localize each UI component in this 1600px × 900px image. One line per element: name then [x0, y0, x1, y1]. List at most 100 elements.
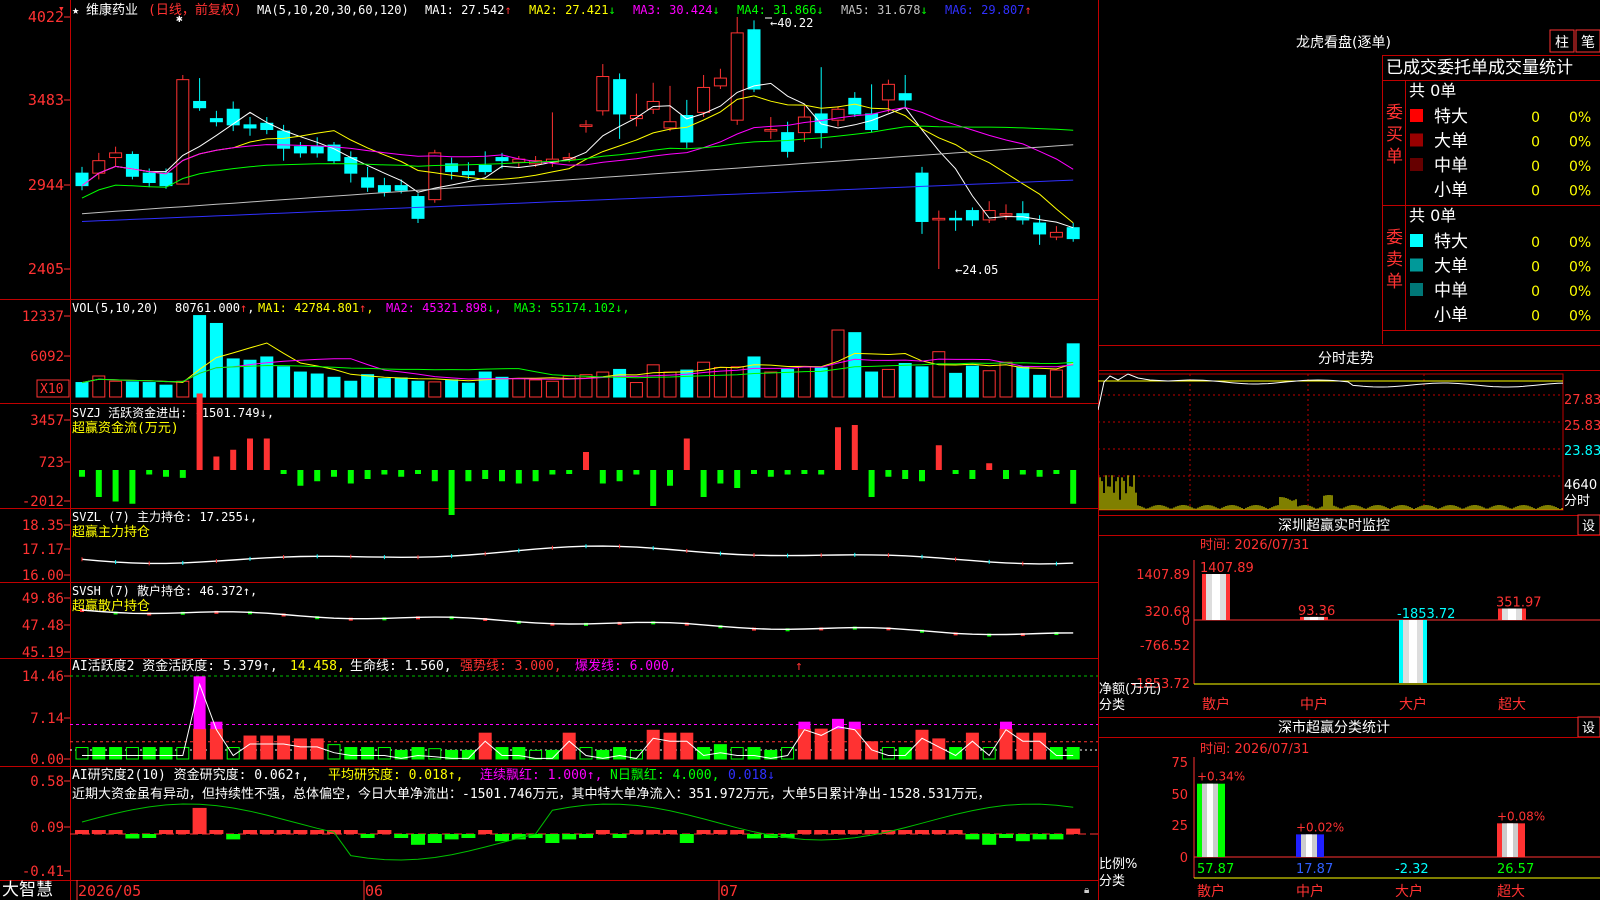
volume-bar[interactable]	[344, 380, 358, 398]
ai-research-bar[interactable]	[226, 834, 241, 840]
volume-bar[interactable]	[663, 371, 677, 398]
ai-research-bar[interactable]	[612, 834, 627, 838]
candle[interactable]	[327, 141, 341, 164]
svzj-bar[interactable]	[95, 470, 102, 497]
ai-active-bar[interactable]	[209, 728, 223, 760]
monitor-bar[interactable]	[1202, 574, 1230, 620]
ai-active-bar[interactable]	[377, 747, 391, 760]
volume-bar[interactable]	[277, 366, 291, 398]
svzj-bar[interactable]	[398, 470, 405, 477]
volume-bar[interactable]	[176, 380, 190, 398]
ai-active-bar[interactable]	[999, 728, 1013, 760]
svzj-bar[interactable]	[734, 470, 741, 488]
ai-active-bar[interactable]	[260, 735, 274, 760]
ai-research-bar[interactable]	[427, 834, 442, 843]
svzj-bar[interactable]	[465, 470, 472, 482]
ai-research-bar[interactable]	[696, 830, 711, 834]
ai-active-bar[interactable]	[142, 747, 156, 760]
svzj-bar[interactable]	[1019, 470, 1026, 475]
ai-active-bar[interactable]	[663, 732, 677, 760]
ai-research-bar[interactable]	[1066, 828, 1081, 834]
volume-bar[interactable]	[865, 371, 879, 398]
ai-active-bar[interactable]	[680, 732, 694, 760]
ai-active-bar[interactable]	[898, 747, 912, 760]
svzj-bar[interactable]	[1070, 470, 1077, 504]
ai-research-bar[interactable]	[377, 830, 392, 834]
svzj-bar[interactable]	[112, 470, 119, 502]
ai-active-bar[interactable]	[159, 747, 173, 760]
ai-research-bar[interactable]	[1032, 834, 1047, 840]
ai-active-bar[interactable]	[1033, 732, 1047, 760]
volume-bar[interactable]	[193, 315, 207, 398]
svzj-bar[interactable]	[1003, 470, 1009, 479]
svzj-bar[interactable]	[784, 470, 791, 475]
ai-research-bar[interactable]	[747, 834, 761, 839]
svzj-bar[interactable]	[314, 470, 321, 482]
class-bar[interactable]	[1197, 783, 1225, 857]
ai-research-bar[interactable]	[175, 830, 190, 834]
volume-bar[interactable]	[781, 368, 795, 398]
ai-active-bar[interactable]	[193, 728, 207, 760]
ai-active-bar[interactable]	[293, 738, 307, 760]
ai-research-bar[interactable]	[579, 834, 593, 838]
ai-research-bar[interactable]	[898, 830, 913, 834]
ai-active-bar[interactable]	[713, 744, 727, 760]
ai-research-bar[interactable]	[629, 830, 644, 834]
ai-research-bar[interactable]	[276, 830, 291, 834]
ai-research-bar[interactable]	[595, 830, 610, 834]
ai-research-bar[interactable]	[125, 834, 140, 839]
volume-bar[interactable]	[613, 368, 627, 398]
sz-class-chart[interactable]: 75 50 25 0 比例% 分类 +0.34% 57.87 散户 +0.02% 17.87 中户 -2…	[1099, 756, 1600, 900]
ai-research-bar[interactable]	[831, 830, 845, 834]
svzj-bar[interactable]	[767, 470, 774, 477]
period-label[interactable]: (日线，前复权)	[148, 2, 242, 18]
volume-bar[interactable]	[394, 377, 408, 398]
ai-research-bar[interactable]	[528, 834, 543, 838]
ai-active-bar[interactable]	[579, 747, 593, 760]
volume-bar[interactable]	[982, 370, 996, 398]
sz-monitor-chart[interactable]: 1407.89320.690-766.52-1853.72净额(万元)分类140…	[1099, 560, 1600, 713]
volume-bar[interactable]	[915, 366, 929, 398]
svzj-bar[interactable]	[499, 470, 505, 482]
svzj-bar[interactable]	[650, 470, 657, 506]
candle[interactable]	[125, 151, 139, 180]
ai-active-bar[interactable]	[915, 729, 929, 760]
ai-active-bar[interactable]	[176, 747, 190, 760]
svzj-bar[interactable]	[986, 463, 993, 470]
ai-active-bar[interactable]	[243, 735, 257, 760]
ai-research-bar[interactable]	[679, 834, 694, 843]
ai-research-bar[interactable]	[562, 834, 577, 840]
svzj-bar[interactable]	[902, 470, 909, 479]
svzj-bar[interactable]	[952, 470, 959, 474]
volume-bar[interactable]	[949, 372, 963, 398]
ai-active-bar[interactable]	[75, 747, 89, 760]
ai-active-bar[interactable]	[277, 735, 291, 760]
svzj-bar[interactable]	[448, 470, 455, 515]
ai-research-bar[interactable]	[243, 830, 257, 834]
lock-icon[interactable]: 🔒︎	[1084, 885, 1089, 896]
svzj-bar[interactable]	[717, 470, 724, 484]
volume-bar[interactable]	[411, 380, 425, 398]
volume-bar[interactable]	[697, 361, 711, 398]
svzj-bar[interactable]	[263, 438, 270, 471]
svzj-bar[interactable]	[331, 470, 337, 477]
ai-active-bar[interactable]	[411, 747, 425, 760]
ai-research-bar[interactable]	[730, 830, 745, 834]
ai-research-bar[interactable]	[360, 834, 375, 838]
volume-bar[interactable]	[848, 332, 862, 398]
ai-active-bar[interactable]	[697, 747, 711, 760]
svzj-bar[interactable]	[835, 427, 841, 470]
volume-bar[interactable]	[75, 382, 89, 398]
class-bar[interactable]	[1497, 823, 1525, 857]
ai-research-bar[interactable]	[259, 830, 274, 834]
svzj-bar[interactable]	[415, 470, 421, 474]
volume-bar[interactable]	[529, 379, 543, 398]
svzj-bar[interactable]	[179, 470, 186, 478]
monitor-bar[interactable]	[1399, 620, 1427, 683]
volume-bar[interactable]	[327, 376, 341, 398]
ai-research-bar[interactable]	[444, 834, 459, 840]
svzj-bar[interactable]	[230, 449, 237, 470]
ai-research-bar[interactable]	[915, 830, 929, 834]
ai-active-bar[interactable]	[92, 747, 106, 760]
volume-bar[interactable]	[545, 380, 559, 398]
